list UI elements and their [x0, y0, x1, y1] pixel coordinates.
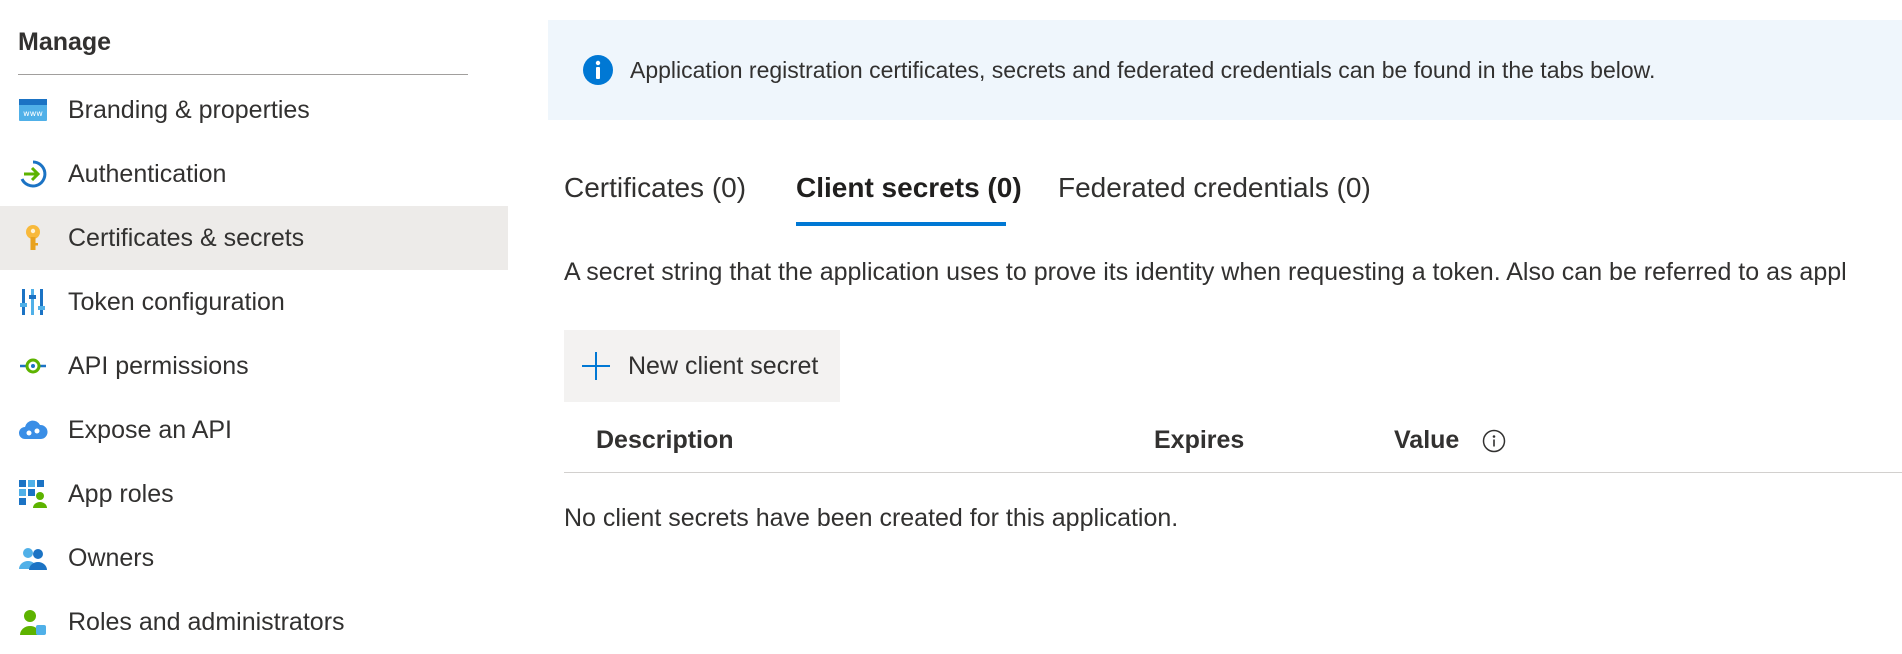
sidebar-item-label: Branding & properties [68, 95, 310, 124]
api-permissions-icon [20, 358, 46, 374]
section-title-manage: Manage [18, 28, 112, 56]
svg-text:www: www [23, 109, 43, 118]
info-icon [583, 55, 613, 85]
cloud-api-icon [19, 420, 48, 439]
sidebar-item-roles-administrators[interactable]: Roles and administrators [0, 590, 508, 654]
column-header-description: Description [596, 426, 734, 454]
sidebar-item-label: Roles and administrators [68, 607, 345, 636]
token-config-icon [20, 289, 45, 315]
info-circle-icon[interactable] [1482, 429, 1506, 453]
sidebar-item-label: API permissions [68, 351, 249, 380]
sidebar-item-branding[interactable]: www Branding & properties [0, 78, 508, 142]
sidebar-item-owners[interactable]: Owners [0, 526, 508, 590]
sidebar-item-label: Owners [68, 543, 155, 572]
active-tab-indicator [796, 222, 1006, 226]
column-header-expires: Expires [1154, 426, 1245, 454]
secrets-table-header: Description Expires Value [564, 412, 1902, 473]
roles-admin-icon [20, 610, 46, 635]
tab-certificates[interactable]: Certificates (0) [564, 172, 746, 204]
tab-client-secrets[interactable]: Client secrets (0) [796, 172, 1022, 204]
sidebar: Manage www Branding & properties Authent… [0, 0, 508, 642]
authentication-icon [20, 160, 47, 188]
new-client-secret-label: New client secret [628, 352, 819, 380]
sidebar-item-certificates-secrets[interactable]: Certificates & secrets [0, 206, 508, 270]
sidebar-item-expose-api[interactable]: Expose an API [0, 398, 508, 462]
sidebar-item-label: App roles [68, 479, 174, 508]
sidebar-item-token-configuration[interactable]: Token configuration [0, 270, 508, 334]
sidebar-item-label: Certificates & secrets [68, 223, 305, 252]
sidebar-item-label: Token configuration [68, 287, 285, 316]
sidebar-item-api-permissions[interactable]: API permissions [0, 334, 508, 398]
sidebar-item-app-roles[interactable]: App roles [0, 462, 508, 526]
sidebar-item-authentication[interactable]: Authentication [0, 142, 508, 206]
info-banner: Application registration certificates, s… [548, 20, 1902, 120]
column-header-value: Value [1394, 426, 1460, 454]
tab-federated-credentials[interactable]: Federated credentials (0) [1058, 172, 1371, 204]
sidebar-item-label: Authentication [68, 159, 227, 188]
app-roles-icon [19, 480, 47, 508]
section-divider [18, 74, 468, 75]
branding-icon: www [19, 99, 47, 121]
empty-state-message: No client secrets have been created for … [564, 504, 1179, 532]
section-description: A secret string that the application use… [564, 258, 1847, 286]
owners-icon [19, 548, 47, 570]
new-client-secret-button[interactable]: New client secret [564, 330, 840, 402]
banner-text: Application registration certificates, s… [630, 57, 1656, 83]
plus-icon [582, 352, 610, 380]
sidebar-item-label: Expose an API [68, 415, 233, 444]
main-content: Application registration certificates, s… [548, 0, 1902, 642]
key-icon [26, 225, 40, 250]
